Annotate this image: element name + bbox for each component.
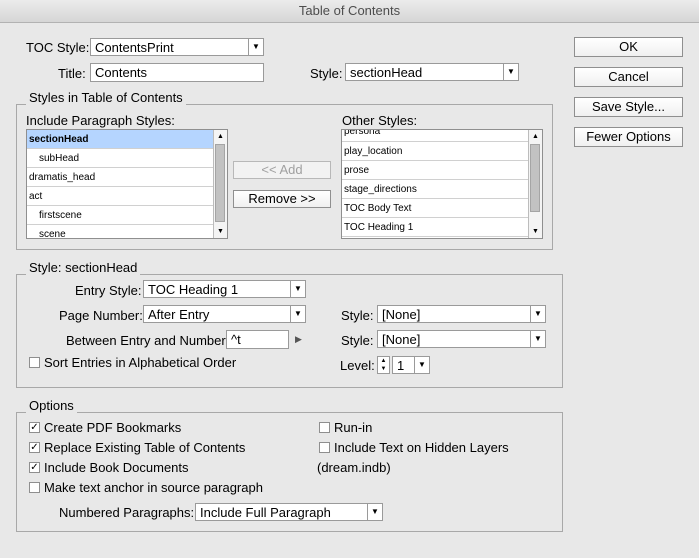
list-item[interactable]: dramatis_head xyxy=(27,168,214,187)
save-style-button[interactable]: Save Style... xyxy=(574,97,683,117)
arrow-up-icon[interactable]: ▲ xyxy=(214,130,227,143)
arrow-down-icon[interactable]: ▼ xyxy=(529,225,542,238)
create-pdf-checkbox[interactable]: ✓ xyxy=(29,422,40,433)
entry-style-popup[interactable]: TOC Heading 1 ▼ xyxy=(143,280,306,298)
other-styles-list[interactable]: persona play_location prose stage_direct… xyxy=(341,129,543,239)
other-styles-label: Other Styles: xyxy=(342,113,418,128)
include-styles-rows: sectionHead subHead dramatis_head act fi… xyxy=(27,130,214,238)
page-number-popup[interactable]: After Entry ▼ xyxy=(143,305,306,323)
level-popup[interactable]: 1 ▼ xyxy=(392,356,430,374)
page-number-value: After Entry xyxy=(148,307,210,322)
between-style-label: Style: xyxy=(341,333,374,348)
toc-style-label: TOC Style: xyxy=(26,40,90,55)
scroll-thumb[interactable] xyxy=(215,144,225,222)
options-group-title: Options xyxy=(26,399,77,413)
include-styles-label: Include Paragraph Styles: xyxy=(26,113,175,128)
run-in-label: Run-in xyxy=(334,420,373,435)
title-style-popup[interactable]: sectionHead ▼ xyxy=(345,63,519,81)
list-item[interactable]: TOC Heading 1 xyxy=(342,218,529,237)
level-value: 1 xyxy=(397,358,405,373)
replace-existing-checkbox[interactable]: ✓ xyxy=(29,442,40,453)
include-book-checkbox[interactable]: ✓ xyxy=(29,462,40,473)
make-anchor-label: Make text anchor in source paragraph xyxy=(44,480,263,495)
style-label: Style: xyxy=(310,66,343,81)
list-item[interactable]: subHead xyxy=(27,149,214,168)
chevron-down-icon: ▼ xyxy=(290,281,305,297)
level-stepper[interactable]: ▲ ▼ xyxy=(377,356,390,374)
toc-style-popup[interactable]: ContentsPrint ▼ xyxy=(90,38,264,56)
make-anchor-checkbox[interactable] xyxy=(29,482,40,493)
between-style-value: [None] xyxy=(382,332,421,347)
list-item[interactable]: persona xyxy=(342,130,529,142)
other-styles-rows: persona play_location prose stage_direct… xyxy=(342,130,529,237)
numbered-paragraphs-value: Include Full Paragraph xyxy=(200,505,331,520)
other-scrollbar[interactable]: ▲ ▼ xyxy=(528,130,542,238)
arrow-right-icon[interactable]: ▶ xyxy=(295,334,302,345)
entry-style-label: Entry Style: xyxy=(75,283,142,298)
entry-style-value: TOC Heading 1 xyxy=(148,282,239,297)
cancel-button[interactable]: Cancel xyxy=(574,67,683,87)
styles-group-title: Styles in Table of Contents xyxy=(26,91,186,105)
page-number-style-popup[interactable]: [None] ▼ xyxy=(377,305,546,323)
arrow-up-icon[interactable]: ▲ xyxy=(529,130,542,143)
chevron-down-icon: ▼ xyxy=(530,306,545,322)
book-name: (dream.indb) xyxy=(317,460,391,475)
hidden-layers-label: Include Text on Hidden Layers xyxy=(334,440,509,455)
replace-existing-label: Replace Existing Table of Contents xyxy=(44,440,246,455)
list-item[interactable]: stage_directions xyxy=(342,180,529,199)
remove-button[interactable]: Remove >> xyxy=(233,190,331,208)
hidden-layers-checkbox[interactable] xyxy=(319,442,330,453)
level-label: Level: xyxy=(340,358,375,373)
list-item[interactable]: sectionHead xyxy=(27,130,214,149)
between-label: Between Entry and Number: xyxy=(66,333,230,348)
sort-checkbox[interactable] xyxy=(29,357,40,368)
chevron-down-icon: ▼ xyxy=(248,39,263,55)
include-styles-list[interactable]: sectionHead subHead dramatis_head act fi… xyxy=(26,129,228,239)
arrow-down-icon[interactable]: ▼ xyxy=(214,225,227,238)
check-icon: ✓ xyxy=(30,422,39,433)
between-input[interactable]: ^t xyxy=(226,330,289,349)
sort-label: Sort Entries in Alphabetical Order xyxy=(44,355,237,370)
create-pdf-label: Create PDF Bookmarks xyxy=(44,420,182,435)
list-item[interactable]: TOC Body Text xyxy=(342,199,529,218)
arrow-up-icon[interactable]: ▲ xyxy=(378,357,389,365)
list-item[interactable]: prose xyxy=(342,161,529,180)
ok-button[interactable]: OK xyxy=(574,37,683,57)
page-number-label: Page Number: xyxy=(59,308,143,323)
list-item[interactable]: play_location xyxy=(342,142,529,161)
title-input[interactable]: Contents xyxy=(90,63,264,82)
numbered-paragraphs-popup[interactable]: Include Full Paragraph ▼ xyxy=(195,503,383,521)
window-title: Table of Contents xyxy=(0,0,699,23)
numbered-paragraphs-label: Numbered Paragraphs: xyxy=(59,505,195,520)
fewer-options-button[interactable]: Fewer Options xyxy=(574,127,683,147)
arrow-down-icon[interactable]: ▼ xyxy=(378,365,389,373)
list-item[interactable]: act xyxy=(27,187,214,206)
title-style-value: sectionHead xyxy=(350,65,423,80)
page-number-style-label: Style: xyxy=(341,308,374,323)
check-icon: ✓ xyxy=(30,442,39,453)
add-button[interactable]: << Add xyxy=(233,161,331,179)
check-icon: ✓ xyxy=(30,462,39,473)
toc-style-value: ContentsPrint xyxy=(95,40,174,55)
run-in-checkbox[interactable] xyxy=(319,422,330,433)
list-item[interactable]: scene xyxy=(27,225,214,238)
chevron-down-icon: ▼ xyxy=(530,331,545,347)
include-scrollbar[interactable]: ▲ ▼ xyxy=(213,130,227,238)
chevron-down-icon: ▼ xyxy=(367,504,382,520)
chevron-down-icon: ▼ xyxy=(414,357,429,373)
between-style-popup[interactable]: [None] ▼ xyxy=(377,330,546,348)
chevron-down-icon: ▼ xyxy=(290,306,305,322)
list-item[interactable]: firstscene xyxy=(27,206,214,225)
scroll-thumb[interactable] xyxy=(530,144,540,212)
page-number-style-value: [None] xyxy=(382,307,421,322)
include-book-label: Include Book Documents xyxy=(44,460,189,475)
chevron-down-icon: ▼ xyxy=(503,64,518,80)
entry-style-group-title: Style: sectionHead xyxy=(26,261,141,275)
title-label: Title: xyxy=(58,66,86,81)
